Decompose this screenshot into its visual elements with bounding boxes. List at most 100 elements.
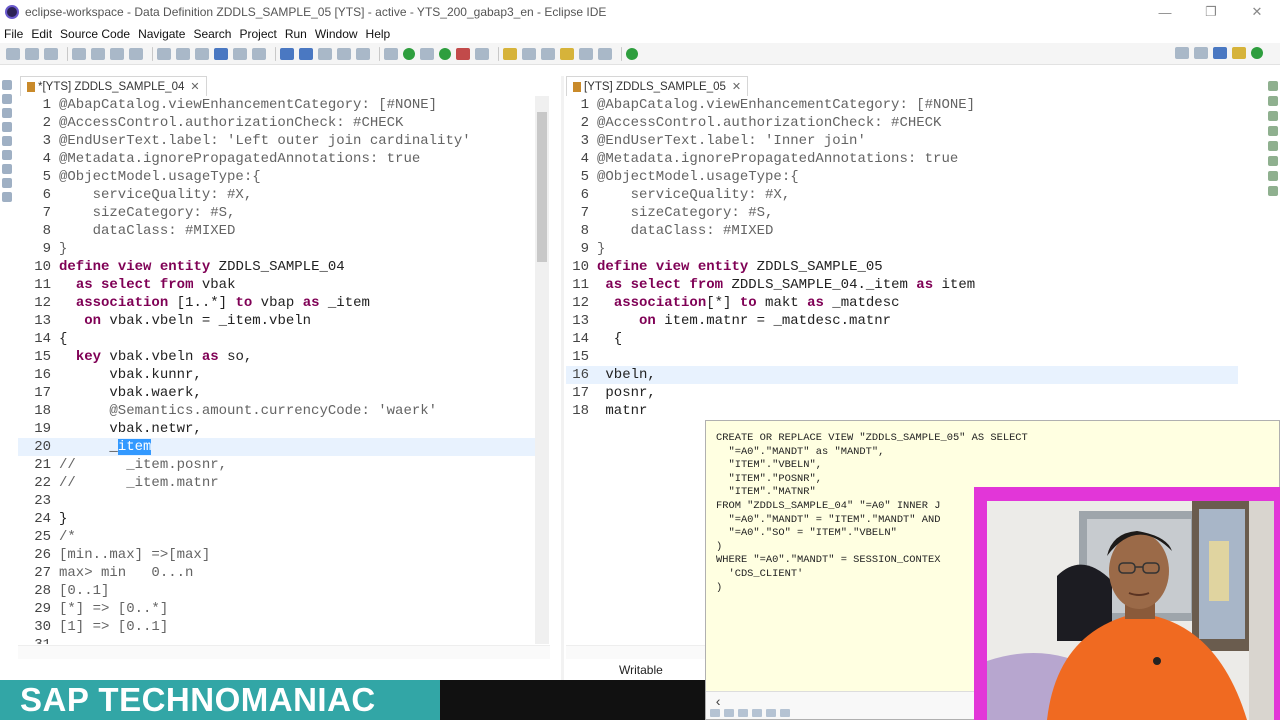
show-whitespace-icon[interactable] — [280, 47, 294, 60]
code-line[interactable]: 15 — [566, 348, 1238, 366]
menu-search[interactable]: Search — [193, 27, 231, 41]
code-line[interactable]: 30 [1] => [0..1] — [18, 618, 535, 636]
templates-icon[interactable] — [2, 192, 12, 202]
code-text[interactable]: /* — [59, 528, 76, 546]
code-line[interactable]: 15 key vbak.vbeln as so, — [18, 348, 535, 366]
abap-perspective-icon[interactable] — [1213, 47, 1227, 59]
code-text[interactable]: posnr, — [597, 384, 655, 402]
minimize-button[interactable]: — — [1142, 0, 1188, 24]
editor-divider[interactable] — [561, 76, 564, 680]
code-line[interactable]: 7 sizeCategory: #S, — [18, 204, 535, 222]
code-line[interactable]: 31 — [18, 636, 535, 644]
code-line[interactable]: 3 @EndUserText.label: 'Left outer join ca… — [18, 132, 535, 150]
run-as-icon[interactable] — [439, 47, 451, 60]
activate-icon[interactable] — [72, 47, 86, 60]
code-line[interactable]: 11 as select from ZDDLS_SAMPLE_04._item … — [566, 276, 1238, 294]
code-line[interactable]: 6 serviceQuality: #X, — [18, 186, 535, 204]
search-object-icon[interactable] — [129, 47, 143, 60]
code-text[interactable]: @AbapCatalog.viewEnhancementCategory: [#… — [597, 96, 975, 114]
code-line[interactable]: 9} — [566, 240, 1238, 258]
java-perspective-icon[interactable] — [1251, 47, 1263, 59]
code-line[interactable]: 9} — [18, 240, 535, 258]
code-text[interactable]: @ObjectModel.usageType:{ — [597, 168, 799, 186]
code-line[interactable]: 1 @AbapCatalog.viewEnhancementCategory: [… — [18, 96, 535, 114]
debug-icon[interactable] — [233, 47, 247, 60]
open-perspective-icon[interactable] — [626, 47, 638, 60]
code-line[interactable]: 6 serviceQuality: #X, — [566, 186, 1238, 204]
close-tab-icon[interactable]: ✕ — [732, 80, 741, 93]
code-text[interactable]: @AccessControl.authorizationCheck: #CHEC… — [59, 114, 403, 132]
sql-console-icon[interactable] — [176, 47, 190, 60]
code-line[interactable]: 19 vbak.netwr, — [18, 420, 535, 438]
external-tools-icon[interactable] — [475, 47, 489, 60]
maximize-view-icon[interactable] — [1268, 96, 1278, 106]
left-horizontal-scrollbar[interactable] — [18, 645, 550, 659]
code-line[interactable]: 23 — [18, 492, 535, 510]
forward-history-icon[interactable] — [738, 709, 748, 717]
code-text[interactable]: } — [597, 240, 605, 258]
code-line[interactable]: 14 { — [566, 330, 1238, 348]
refresh-icon[interactable] — [252, 47, 266, 60]
project-explorer-icon[interactable] — [2, 80, 12, 90]
left-vertical-scrollbar[interactable] — [535, 96, 549, 644]
code-text[interactable]: @AbapCatalog.viewEnhancementCategory: [#… — [59, 96, 437, 114]
code-line[interactable]: 24} — [18, 510, 535, 528]
code-text[interactable]: [*] => [0..*] — [59, 600, 168, 618]
package-icon[interactable] — [2, 108, 12, 118]
next-annotation-icon[interactable] — [522, 47, 536, 60]
sync-icon[interactable] — [780, 709, 790, 717]
copy-icon[interactable] — [710, 709, 720, 717]
check-icon[interactable] — [91, 47, 105, 60]
transport-icon[interactable] — [1268, 186, 1278, 196]
code-line[interactable]: 5 @ObjectModel.usageType:{ — [18, 168, 535, 186]
code-line[interactable]: 21 // _item.posnr, — [18, 456, 535, 474]
code-text[interactable]: vbak.waerk, — [59, 384, 201, 402]
outline-icon[interactable] — [2, 94, 12, 104]
menu-window[interactable]: Window — [315, 27, 358, 41]
tab-zddls-sample-05[interactable]: [YTS] ZDDLS_SAMPLE_05 ✕ — [566, 76, 749, 96]
code-line[interactable]: 13 on vbak.vbeln = _item.vbeln — [18, 312, 535, 330]
code-text[interactable]: define view entity ZDDLS_SAMPLE_04 — [59, 258, 345, 276]
pin-icon[interactable] — [337, 47, 351, 60]
code-line[interactable]: 12 association [1..*] to vbap as _item — [18, 294, 535, 312]
link-icon[interactable] — [766, 709, 776, 717]
menu-navigate[interactable]: Navigate — [138, 27, 185, 41]
code-text[interactable]: as select from ZDDLS_SAMPLE_04._item as … — [597, 276, 975, 294]
menu-run[interactable]: Run — [285, 27, 307, 41]
debug-perspective-icon[interactable] — [1232, 47, 1246, 59]
code-line[interactable]: 18 @Semantics.amount.currencyCode: 'waer… — [18, 402, 535, 420]
code-text[interactable]: [0..1] — [59, 582, 109, 600]
paragraph-icon[interactable] — [356, 47, 370, 60]
code-line[interactable]: 16 vbak.kunnr, — [18, 366, 535, 384]
code-text[interactable]: // _item.posnr, — [59, 456, 227, 474]
bookmarks-icon[interactable] — [1268, 171, 1278, 181]
code-text[interactable]: @Metadata.ignorePropagatedAnnotations: t… — [59, 150, 420, 168]
feed-reader-icon[interactable] — [1268, 156, 1278, 166]
code-text[interactable]: association [1..*] to vbap as _item — [59, 294, 370, 312]
code-line[interactable]: 13 on item.matnr = _matdesc.matnr — [566, 312, 1238, 330]
left-code-editor[interactable]: 1 @AbapCatalog.viewEnhancementCategory: [… — [18, 96, 535, 644]
code-text[interactable]: { — [597, 330, 622, 348]
code-text[interactable]: @EndUserText.label: 'Left outer join car… — [59, 132, 471, 150]
code-text[interactable]: @Metadata.ignorePropagatedAnnotations: t… — [597, 150, 958, 168]
code-text[interactable]: define view entity ZDDLS_SAMPLE_05 — [597, 258, 883, 276]
code-text[interactable]: key vbak.vbeln as so, — [59, 348, 252, 366]
run-icon[interactable] — [403, 47, 415, 60]
code-line[interactable]: 26 [min..max] =>[max] — [18, 546, 535, 564]
code-line[interactable]: 4 @Metadata.ignorePropagatedAnnotations: … — [566, 150, 1238, 168]
code-text[interactable]: @AccessControl.authorizationCheck: #CHEC… — [597, 114, 941, 132]
back-history-icon[interactable] — [724, 709, 734, 717]
scrollbar-thumb[interactable] — [537, 112, 547, 262]
code-text[interactable]: sizeCategory: #S, — [59, 204, 236, 222]
transport-organizer-icon[interactable] — [2, 178, 12, 188]
open-type-icon[interactable] — [157, 47, 171, 60]
code-text[interactable]: // _item.matnr — [59, 474, 219, 492]
code-line[interactable]: 8 dataClass: #MIXED — [18, 222, 535, 240]
open-declaration-icon[interactable] — [752, 709, 762, 717]
block-selection-icon[interactable] — [318, 47, 332, 60]
menu-help[interactable]: Help — [366, 27, 391, 41]
code-line[interactable]: 27 max> min 0...n — [18, 564, 535, 582]
code-text[interactable]: } — [59, 240, 67, 258]
data-preview-icon[interactable] — [195, 47, 209, 60]
code-text[interactable]: serviceQuality: #X, — [597, 186, 791, 204]
